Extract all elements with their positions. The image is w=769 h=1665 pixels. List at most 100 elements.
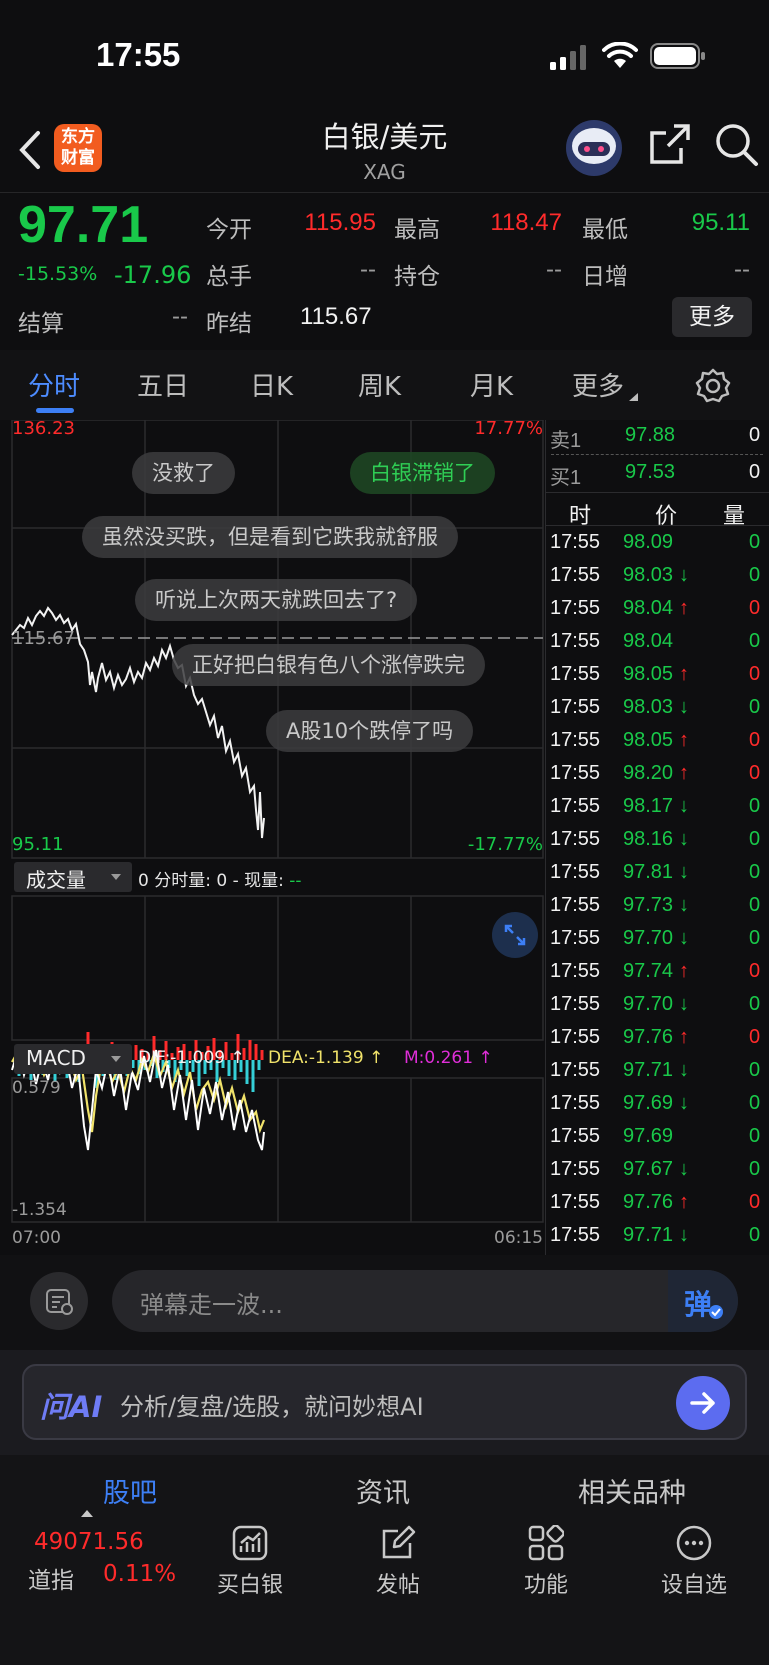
position-label: 持仓 bbox=[394, 264, 440, 290]
trade-qty: 0 bbox=[749, 1059, 761, 1081]
macd-max-label: 0.579 bbox=[12, 1078, 61, 1098]
trade-qty: 0 bbox=[749, 531, 761, 553]
daily-add-value: -- bbox=[734, 256, 750, 283]
y-min-label: 95.11 bbox=[12, 834, 64, 855]
status-time: 17:55 bbox=[96, 36, 181, 73]
volume-value: -- bbox=[360, 256, 376, 283]
add-watchlist-label[interactable]: 设自选 bbox=[644, 1567, 744, 1599]
macd-selector-label: MACD bbox=[26, 1046, 86, 1070]
trade-qty: 0 bbox=[749, 1092, 761, 1114]
trade-row: 17:55 98.09 0 bbox=[545, 527, 769, 560]
danmu-bubble: 听说上次两天就跌回去了? bbox=[135, 579, 418, 621]
trade-row: 17:55 98.04 0 bbox=[545, 626, 769, 659]
share-icon[interactable] bbox=[648, 122, 692, 166]
more-button[interactable]: 更多 bbox=[672, 297, 752, 337]
macd-selector[interactable]: MACD bbox=[14, 1044, 132, 1074]
danmu-bubble: 没救了 bbox=[132, 452, 235, 494]
trade-price: 98.03 bbox=[623, 564, 674, 586]
prev-settle-label: 昨结 bbox=[206, 311, 252, 337]
y-max-label: 136.23 bbox=[12, 418, 75, 439]
index-name[interactable]: 道指 bbox=[28, 1561, 74, 1595]
volume-selector[interactable]: 成交量 bbox=[14, 862, 132, 892]
tab-five-day[interactable]: 五日 bbox=[137, 366, 189, 403]
trade-row: 17:55 97.70 ↓ 0 bbox=[545, 989, 769, 1022]
tab-week-k[interactable]: 周K bbox=[358, 366, 401, 403]
trade-direction-arrow: ↓ bbox=[679, 564, 689, 586]
trade-time: 17:55 bbox=[550, 729, 601, 751]
footer-toolbar: 49071.56 道指 0.11% 买白银 发帖 功能 设自选 bbox=[0, 1505, 769, 1665]
trade-chart-icon[interactable] bbox=[232, 1525, 268, 1561]
status-bar: 17:55 bbox=[0, 0, 769, 110]
danmu-bubble: 虽然没买跌，但是看到它跌我就舒服 bbox=[82, 516, 458, 558]
daily-add-label: 日增 bbox=[582, 264, 628, 290]
ask-row: 卖1 97.88 0 bbox=[545, 420, 769, 453]
trade-time: 17:55 bbox=[550, 1026, 601, 1048]
bid-row: 买1 97.53 0 bbox=[545, 457, 769, 490]
macd-m: M:0.261 ↑ bbox=[404, 1048, 493, 1068]
volume-label: 总手 bbox=[206, 264, 252, 290]
search-icon[interactable] bbox=[714, 122, 760, 168]
trade-time: 17:55 bbox=[550, 795, 601, 817]
volume-info-text: 0 分时量: 0 - 现量: bbox=[138, 871, 290, 891]
time-end-label: 06:15 bbox=[494, 1228, 543, 1248]
trade-qty: 0 bbox=[749, 1191, 761, 1213]
ai-input[interactable]: 问AI 分析/复盘/选股，就问妙想AI bbox=[22, 1364, 747, 1440]
trade-qty: 0 bbox=[749, 927, 761, 949]
expand-button[interactable] bbox=[492, 912, 538, 958]
index-value[interactable]: 49071.56 bbox=[34, 1529, 144, 1555]
ai-bar: 问AI 分析/复盘/选股，就问妙想AI bbox=[0, 1350, 769, 1455]
edit-post-icon[interactable] bbox=[380, 1525, 416, 1561]
trade-qty: 0 bbox=[749, 828, 761, 850]
trade-row: 17:55 98.17 ↓ 0 bbox=[545, 791, 769, 824]
bid-price: 97.53 bbox=[625, 461, 676, 483]
trade-price: 97.71 bbox=[623, 1059, 674, 1081]
trade-time: 17:55 bbox=[550, 531, 601, 553]
tab-more[interactable]: 更多 bbox=[572, 366, 624, 403]
chart-area[interactable]: 136.23 17.77% 115.67 95.11 -17.77% 没救了 白… bbox=[0, 418, 545, 1255]
macd-dif: DIF:-1.009 ↑ bbox=[138, 1048, 245, 1068]
functions-grid-icon[interactable] bbox=[528, 1525, 564, 1561]
bid-label: 买1 bbox=[550, 467, 582, 489]
danmu-bubble: 正好把白银有色八个涨停跌完 bbox=[172, 644, 485, 686]
ai-submit-button[interactable] bbox=[676, 1376, 730, 1430]
trade-time: 17:55 bbox=[550, 630, 601, 652]
danmu-settings-button[interactable] bbox=[30, 1272, 88, 1330]
position-value: -- bbox=[546, 256, 562, 283]
trade-price: 98.17 bbox=[623, 795, 674, 817]
ai-placeholder: 分析/复盘/选股，就问妙想AI bbox=[120, 1393, 424, 1421]
trade-direction-arrow: ↓ bbox=[679, 1158, 689, 1180]
trade-time: 17:55 bbox=[550, 564, 601, 586]
tab-month-k[interactable]: 月K bbox=[470, 366, 513, 403]
trade-price: 97.81 bbox=[623, 861, 674, 883]
settle-label: 结算 bbox=[18, 311, 64, 337]
settings-gear-icon[interactable] bbox=[695, 368, 731, 404]
trade-row: 17:55 97.71 ↓ 0 bbox=[545, 1220, 769, 1253]
pct-max-label: 17.77% bbox=[474, 418, 543, 439]
trade-direction-arrow: ↓ bbox=[679, 828, 689, 850]
trade-price: 97.71 bbox=[623, 1224, 674, 1246]
trade-qty: 0 bbox=[749, 597, 761, 619]
trade-row: 17:55 98.04 ↑ 0 bbox=[545, 593, 769, 626]
tab-day-k[interactable]: 日K bbox=[250, 366, 293, 403]
functions-label[interactable]: 功能 bbox=[496, 1567, 596, 1599]
wifi-icon bbox=[602, 42, 638, 68]
post-label[interactable]: 发帖 bbox=[348, 1567, 448, 1599]
index-change[interactable]: 0.11% bbox=[103, 1561, 176, 1587]
danmu-settings-icon bbox=[46, 1289, 73, 1315]
time-start-label: 07:00 bbox=[12, 1228, 61, 1248]
trade-direction-arrow: ↑ bbox=[679, 663, 689, 685]
trade-row: 17:55 98.05 ↑ 0 bbox=[545, 725, 769, 758]
trade-row: 17:55 98.16 ↓ 0 bbox=[545, 824, 769, 857]
danmu-input[interactable]: 弹幕走一波... 弹 bbox=[112, 1270, 738, 1332]
buy-silver-label[interactable]: 买白银 bbox=[200, 1567, 300, 1599]
trade-qty: 0 bbox=[749, 861, 761, 883]
trade-price: 98.09 bbox=[623, 531, 674, 553]
trade-time: 17:55 bbox=[550, 1191, 601, 1213]
danmu-send-button[interactable]: 弹 bbox=[668, 1270, 738, 1332]
more-dots-icon[interactable] bbox=[676, 1525, 712, 1561]
trade-direction-arrow: ↓ bbox=[679, 861, 689, 883]
robot-assistant-icon[interactable] bbox=[564, 118, 624, 178]
tab-intraday[interactable]: 分时 bbox=[28, 366, 80, 403]
trade-row: 17:55 97.81 ↓ 0 bbox=[545, 857, 769, 890]
trade-row: 17:55 97.76 ↑ 0 bbox=[545, 1187, 769, 1220]
